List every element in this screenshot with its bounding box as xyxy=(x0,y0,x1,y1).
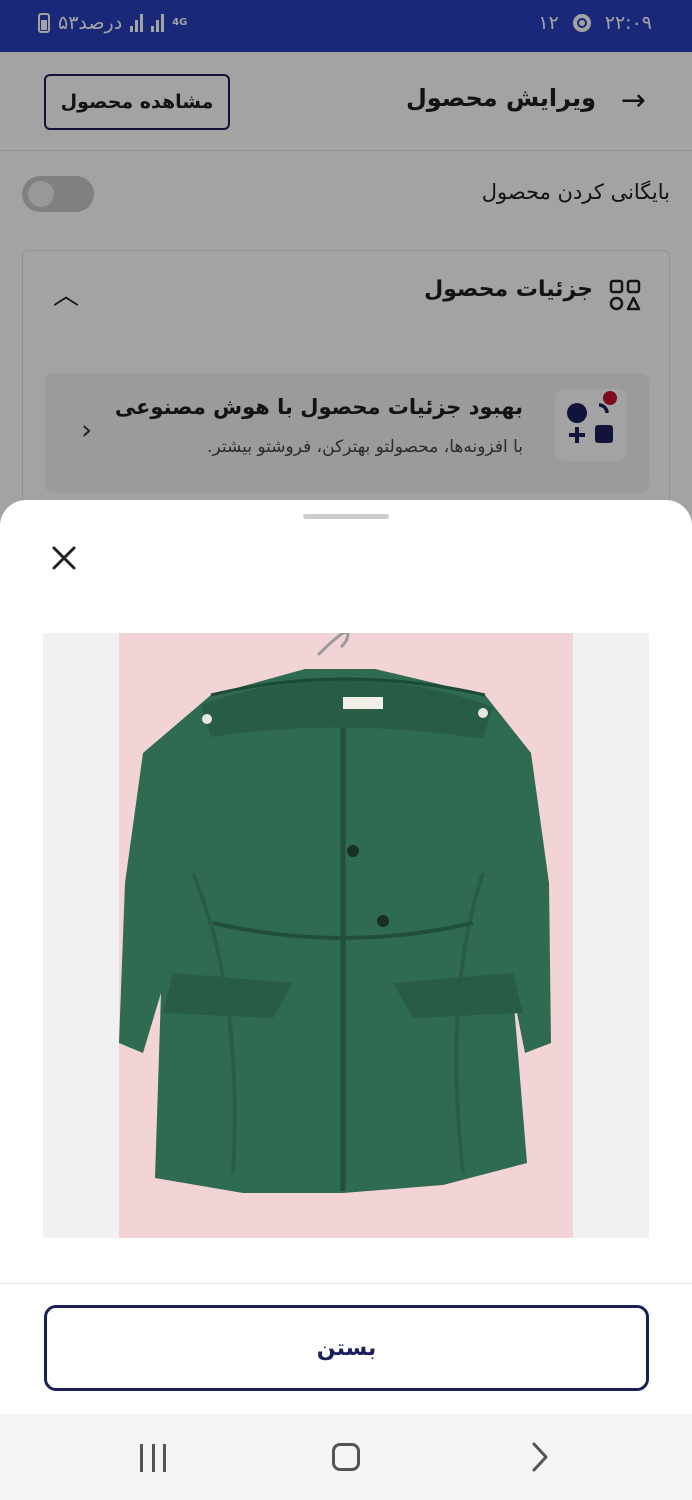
close-icon[interactable] xyxy=(46,540,82,576)
system-nav-bar xyxy=(0,1414,692,1500)
back-icon[interactable] xyxy=(528,1440,552,1474)
divider xyxy=(0,1283,692,1284)
product-image xyxy=(43,633,649,1238)
home-icon[interactable] xyxy=(332,1443,360,1471)
drag-handle[interactable] xyxy=(303,514,389,519)
recent-apps-icon[interactable] xyxy=(140,1444,166,1472)
jacket-illustration xyxy=(43,633,649,1238)
close-button[interactable]: بستن xyxy=(44,1305,649,1391)
image-preview-sheet: بستن xyxy=(0,500,692,1414)
